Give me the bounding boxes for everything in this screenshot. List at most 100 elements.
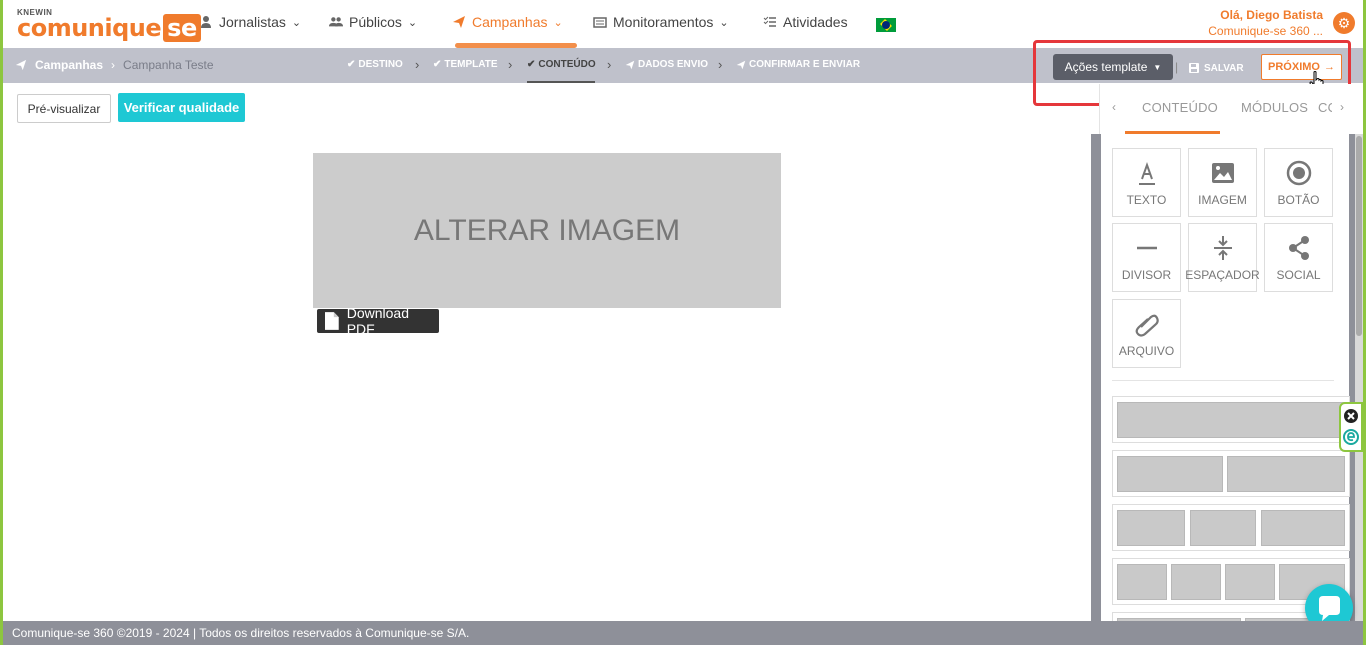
separator: | bbox=[1175, 60, 1179, 74]
paper-plane-icon bbox=[625, 60, 635, 69]
paper-plane-icon bbox=[736, 60, 746, 69]
layout-cell bbox=[1117, 402, 1345, 438]
user-menu[interactable]: Olá, Diego Batista Comunique-se 360 ... bbox=[1208, 7, 1323, 39]
tool-arquivo[interactable]: ARQUIVO bbox=[1112, 299, 1181, 368]
tool-divisor[interactable]: DIVISOR bbox=[1112, 223, 1181, 292]
nav-label: Jornalistas bbox=[219, 14, 286, 30]
nav-campanhas[interactable]: Campanhas ⌄ bbox=[452, 14, 563, 30]
side-widget[interactable] bbox=[1339, 402, 1363, 452]
spacer-icon bbox=[1214, 236, 1232, 260]
tool-label: IMAGEM bbox=[1198, 193, 1247, 207]
tab-co[interactable]: CO bbox=[1318, 100, 1332, 115]
button-icon bbox=[1286, 160, 1312, 186]
breadcrumb-root[interactable]: Campanhas bbox=[35, 58, 103, 72]
brand-main-label: comunique se bbox=[17, 14, 201, 42]
tool-botao[interactable]: BOTÃO bbox=[1264, 148, 1333, 217]
newspaper-icon bbox=[593, 17, 607, 28]
tool-texto[interactable]: TEXTO bbox=[1112, 148, 1181, 217]
layout-cell bbox=[1227, 456, 1345, 492]
paper-plane-icon bbox=[453, 16, 465, 28]
tool-espacador[interactable]: ESPAÇADOR bbox=[1185, 223, 1260, 292]
step-active-indicator bbox=[527, 81, 595, 83]
download-pdf-label: Download PDF bbox=[346, 305, 409, 337]
floppy-disk-icon bbox=[1189, 63, 1199, 73]
text-icon bbox=[1139, 162, 1155, 185]
step-destino[interactable]: ✔ DESTINO bbox=[347, 59, 403, 70]
tool-label: ARQUIVO bbox=[1118, 344, 1175, 358]
step-template[interactable]: ✔ TEMPLATE bbox=[433, 59, 498, 70]
step-label: TEMPLATE bbox=[444, 59, 498, 70]
divider-icon bbox=[1137, 246, 1157, 250]
step-label: CONTEÚDO bbox=[538, 59, 596, 70]
layout-cell bbox=[1171, 564, 1221, 600]
nav-label: Atividades bbox=[783, 14, 848, 30]
user-icon bbox=[201, 16, 211, 28]
step-dados-envio[interactable]: DADOS ENVIO bbox=[625, 59, 708, 70]
check-circle-icon: ✔ bbox=[347, 59, 356, 70]
next-button[interactable]: PRÓXIMO → bbox=[1261, 54, 1342, 80]
chevron-down-icon: ⌄ bbox=[719, 16, 729, 29]
caret-down-icon: ▼ bbox=[1153, 62, 1162, 72]
chevron-right-icon: › bbox=[508, 57, 513, 72]
tool-label: BOTÃO bbox=[1277, 193, 1320, 207]
chevron-right-icon: › bbox=[718, 57, 723, 72]
chevron-right-icon: › bbox=[111, 58, 116, 72]
tool-label: ESPAÇADOR bbox=[1185, 268, 1260, 282]
layout-cell bbox=[1117, 510, 1185, 546]
nav-label: Campanhas bbox=[472, 14, 548, 30]
nav-label: Públicos bbox=[349, 14, 402, 30]
layout-3-columns[interactable] bbox=[1112, 504, 1350, 551]
layout-1-column[interactable] bbox=[1112, 396, 1350, 443]
step-label: CONFIRMAR E ENVIAR bbox=[749, 59, 861, 70]
tab-conteudo[interactable]: CONTEÚDO bbox=[1142, 100, 1218, 115]
chevron-right-icon[interactable]: › bbox=[1340, 100, 1344, 114]
list-check-icon bbox=[763, 16, 776, 27]
nav-jornalistas[interactable]: Jornalistas ⌄ bbox=[199, 14, 301, 30]
gear-icon[interactable]: ⚙ bbox=[1333, 12, 1355, 34]
change-image-placeholder[interactable]: ALTERAR IMAGEM bbox=[313, 153, 781, 308]
check-circle-icon: ✔ bbox=[527, 59, 536, 70]
user-account: Comunique-se 360 ... bbox=[1208, 24, 1323, 38]
layout-cell bbox=[1117, 564, 1167, 600]
close-circle-icon bbox=[1343, 409, 1359, 445]
document-icon bbox=[325, 312, 339, 330]
panel-scrollbar-thumb[interactable] bbox=[1356, 136, 1362, 336]
chevron-right-icon: › bbox=[607, 57, 612, 72]
step-confirmar-enviar[interactable]: CONFIRMAR E ENVIAR bbox=[736, 59, 860, 70]
layout-cell bbox=[1225, 564, 1275, 600]
nav-publicos[interactable]: Públicos ⌄ bbox=[329, 14, 417, 30]
brand-logo[interactable]: KNEWIN comunique se bbox=[17, 8, 201, 42]
save-label: SALVAR bbox=[1204, 62, 1244, 74]
brazil-flag-icon[interactable] bbox=[876, 18, 896, 32]
layout-2-columns[interactable] bbox=[1112, 450, 1350, 497]
chevron-down-icon: ⌄ bbox=[407, 16, 418, 29]
nav-label: Monitoramentos bbox=[613, 14, 714, 30]
download-pdf-button[interactable]: Download PDF bbox=[317, 305, 439, 337]
save-button[interactable]: SALVAR bbox=[1189, 58, 1244, 78]
chevron-left-icon[interactable]: ‹ bbox=[1112, 100, 1116, 114]
tool-social[interactable]: SOCIAL bbox=[1264, 223, 1333, 292]
layout-cell bbox=[1261, 510, 1345, 546]
panel-divider bbox=[1112, 380, 1334, 381]
paperclip-icon bbox=[1135, 314, 1159, 337]
template-actions-label: Ações template bbox=[1064, 60, 1148, 74]
panel-tabs: ‹ CONTEÚDO MÓDULOS CO › bbox=[1099, 84, 1363, 134]
check-circle-icon: ✔ bbox=[433, 59, 442, 70]
breadcrumb: Campanhas › Campanha Teste bbox=[15, 58, 214, 72]
brand-main-text: comunique bbox=[17, 14, 162, 42]
preview-button[interactable]: Pré-visualizar bbox=[17, 94, 111, 123]
paper-plane-icon bbox=[15, 59, 27, 71]
footer: Comunique-se 360 ©2019 - 2024 | Todos os… bbox=[3, 621, 1363, 645]
chevron-down-icon: ⌄ bbox=[291, 16, 302, 29]
step-conteudo[interactable]: ✔ CONTEÚDO bbox=[527, 59, 596, 70]
check-quality-button[interactable]: Verificar qualidade bbox=[118, 93, 245, 122]
tool-imagem[interactable]: IMAGEM bbox=[1188, 148, 1257, 217]
tab-modulos[interactable]: MÓDULOS bbox=[1241, 100, 1308, 115]
nav-atividades[interactable]: Atividades bbox=[763, 14, 848, 30]
tool-label: DIVISOR bbox=[1121, 268, 1172, 282]
breadcrumb-current: Campanha Teste bbox=[123, 58, 214, 72]
step-label: DADOS ENVIO bbox=[638, 59, 709, 70]
nav-monitoramentos[interactable]: Monitoramentos ⌄ bbox=[593, 14, 729, 30]
arrow-right-icon: → bbox=[1323, 61, 1335, 73]
template-actions-dropdown[interactable]: Ações template ▼ bbox=[1053, 54, 1173, 80]
